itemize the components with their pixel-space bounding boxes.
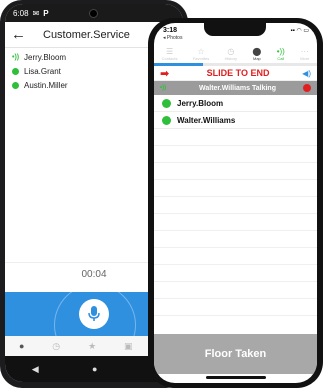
iphone-status-bar: 3:18 ◂ Photos ▪▪ ◠ ▭ (154, 23, 317, 41)
more-icon: ··· (300, 47, 309, 56)
tab-label: Map (252, 56, 261, 61)
call-icon: •)) (276, 47, 285, 56)
contacts-icon: ☰ (165, 47, 174, 56)
push-to-talk-button[interactable] (79, 299, 109, 329)
talking-icon: •)) (160, 85, 167, 91)
iphone-tab-bar: ☰ Contacts ☆ Favorites ◷ History ⬤ Map •… (154, 41, 317, 63)
tab-label: Call (277, 56, 285, 61)
tab-label: More (300, 56, 310, 61)
progress-fill (154, 63, 203, 66)
android-status-bar: 6:08 ✉ P (5, 4, 183, 22)
tab-favorites[interactable]: ☆ Favorites (193, 47, 209, 61)
member-name: Austin.Miller (24, 80, 68, 90)
floor-taken-button[interactable]: Floor Taken (154, 334, 317, 374)
back-to-photos-link[interactable]: ◂ Photos (163, 35, 182, 41)
tab-label: History (224, 56, 238, 61)
member-name: Jerry.Bloom (177, 98, 224, 108)
star-icon: ☆ (197, 47, 205, 56)
iphone-screen: 3:18 ◂ Photos ▪▪ ◠ ▭ ☰ Contacts ☆ Favori… (154, 23, 317, 383)
tab-more[interactable]: ··· More (300, 47, 309, 61)
camera-icon (89, 9, 98, 18)
home-indicator (206, 376, 266, 379)
online-status-icon (12, 67, 19, 75)
microphone-icon (88, 306, 100, 321)
channel-title: Customer.Service (43, 28, 130, 41)
home-nav-icon[interactable]: ● (92, 364, 97, 374)
contacts-icon[interactable]: ▣ (124, 341, 133, 352)
talking-label: Walter.Williams Talking (199, 84, 276, 92)
talking-banner: •)) Walter.Williams Talking (154, 81, 317, 95)
speaker-icon[interactable]: ◀) (302, 69, 311, 78)
arrow-left-icon[interactable]: ← (11, 26, 29, 43)
iphone-member-list: Jerry.Bloom Walter.Williams (154, 95, 317, 316)
list-item[interactable]: Walter.Williams (154, 112, 317, 129)
online-status-icon (162, 98, 171, 108)
member-name: Jerry.Bloom (24, 52, 67, 62)
progress-bar (154, 63, 317, 66)
tab-history[interactable]: ◷ History (225, 47, 237, 61)
tab-call[interactable]: •)) Call (277, 47, 285, 61)
member-name: Walter.Williams (177, 115, 236, 125)
slide-to-end-label: SLIDE TO END (206, 68, 270, 78)
member-name: Lisa.Grant (24, 66, 61, 76)
back-nav-icon[interactable]: ◀ (32, 364, 39, 375)
map-pin-icon[interactable]: ● (19, 341, 24, 351)
android-status-time: 6:08 (13, 8, 29, 18)
tab-label: Favorites (192, 56, 210, 61)
signal-battery-icon: ▪▪ ◠ ▭ (290, 28, 310, 34)
app-p-icon: P (43, 8, 49, 18)
message-icon: ✉ (32, 8, 40, 18)
talking-icon: •)) (12, 53, 20, 61)
list-item[interactable]: Jerry.Bloom (154, 95, 317, 112)
online-status-icon (162, 115, 171, 125)
history-icon[interactable]: ◷ (52, 341, 60, 352)
recording-indicator-icon (303, 84, 311, 92)
history-icon: ◷ (227, 47, 235, 56)
online-status-icon (12, 81, 19, 89)
map-pin-icon: ⬤ (252, 47, 262, 56)
slide-to-end-bar[interactable]: ➡ SLIDE TO END ◀) (154, 66, 317, 81)
empty-list-rows (154, 129, 317, 316)
iphone: 3:18 ◂ Photos ▪▪ ◠ ▭ ☰ Contacts ☆ Favori… (148, 18, 323, 388)
tab-label: Contacts (161, 56, 178, 61)
tab-map[interactable]: ⬤ Map (252, 47, 261, 61)
star-icon[interactable]: ★ (88, 341, 96, 352)
iphone-status-time: 3:18 (163, 27, 178, 34)
arrow-right-icon: ➡ (160, 67, 170, 80)
tab-contacts[interactable]: ☰ Contacts (162, 47, 178, 61)
